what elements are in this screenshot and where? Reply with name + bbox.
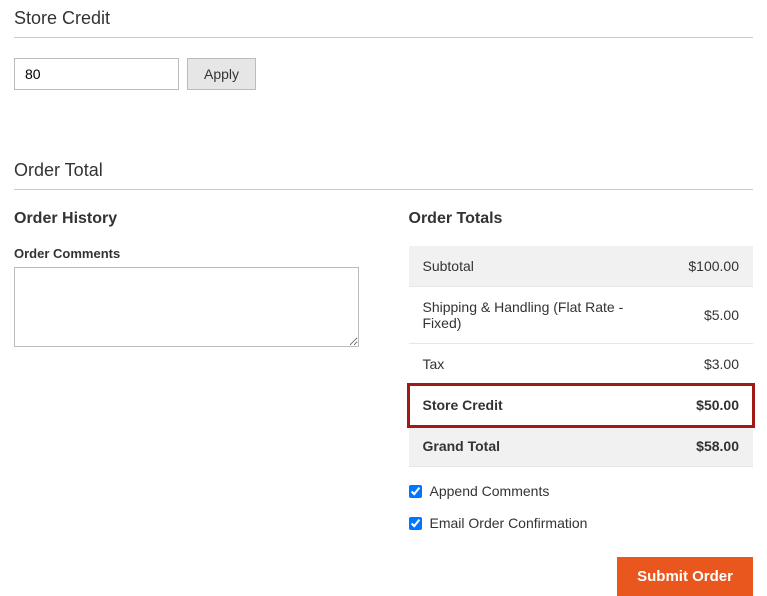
totals-row-label: Tax	[409, 344, 675, 385]
order-comments-textarea[interactable]	[14, 267, 359, 347]
apply-button[interactable]: Apply	[187, 58, 256, 90]
email-confirmation-label: Email Order Confirmation	[430, 515, 588, 531]
order-history-panel: Order History Order Comments	[14, 210, 359, 596]
store-credit-row: Apply	[14, 58, 753, 90]
totals-row: Tax$3.00	[409, 344, 754, 385]
totals-row-value: $58.00	[674, 426, 753, 467]
totals-row-value: $5.00	[674, 287, 753, 344]
totals-row-value: $100.00	[674, 246, 753, 287]
order-totals-panel: Order Totals Subtotal$100.00Shipping & H…	[409, 210, 754, 596]
store-credit-input[interactable]	[14, 58, 179, 90]
totals-row-label: Store Credit	[409, 385, 675, 426]
totals-row-label: Shipping & Handling (Flat Rate - Fixed)	[409, 287, 675, 344]
append-comments-row[interactable]: Append Comments	[409, 483, 754, 499]
order-totals-title: Order Totals	[409, 210, 754, 228]
totals-row: Shipping & Handling (Flat Rate - Fixed)$…	[409, 287, 754, 344]
order-total-columns: Order History Order Comments Order Total…	[14, 210, 753, 596]
order-comments-label: Order Comments	[14, 246, 359, 261]
order-history-title: Order History	[14, 210, 359, 228]
totals-row: Grand Total$58.00	[409, 426, 754, 467]
email-confirmation-row[interactable]: Email Order Confirmation	[409, 515, 754, 531]
totals-row-value: $50.00	[674, 385, 753, 426]
store-credit-title: Store Credit	[14, 8, 753, 38]
append-comments-label: Append Comments	[430, 483, 550, 499]
totals-row-value: $3.00	[674, 344, 753, 385]
submit-order-button[interactable]: Submit Order	[617, 557, 753, 596]
order-totals-table: Subtotal$100.00Shipping & Handling (Flat…	[409, 246, 754, 467]
totals-row-label: Subtotal	[409, 246, 675, 287]
email-confirmation-checkbox[interactable]	[409, 517, 422, 530]
append-comments-checkbox[interactable]	[409, 485, 422, 498]
totals-row: Subtotal$100.00	[409, 246, 754, 287]
totals-row-label: Grand Total	[409, 426, 675, 467]
order-total-title: Order Total	[14, 160, 753, 190]
submit-wrap: Submit Order	[409, 557, 754, 596]
totals-row: Store Credit$50.00	[409, 385, 754, 426]
